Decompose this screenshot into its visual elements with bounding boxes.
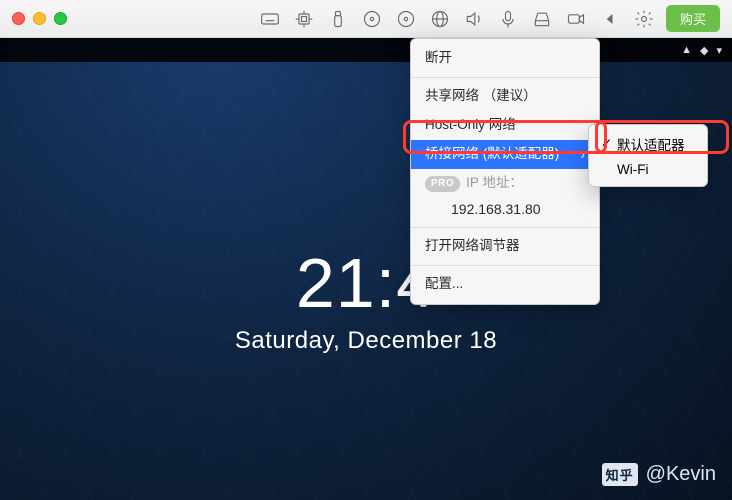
minimize-window-button[interactable] xyxy=(33,12,46,25)
buy-button[interactable]: 购买 xyxy=(666,5,720,32)
ip-address-value: 192.168.31.80 xyxy=(411,198,599,223)
vm-status-tray[interactable]: ▲ ◆ ▾ xyxy=(681,44,722,57)
vm-desktop: ▲ ◆ ▾ 21:4 Saturday, December 18 知乎 @Kev… xyxy=(0,38,732,500)
vm-topbar: ▲ ◆ ▾ xyxy=(0,38,732,62)
menu-separator xyxy=(411,227,599,228)
submenu-wifi[interactable]: Wi-Fi xyxy=(589,158,707,181)
menu-host-only[interactable]: Host-Only 网络 xyxy=(411,111,599,140)
checkmark-icon: ✓ xyxy=(601,136,617,152)
menu-bridged-network[interactable]: 桥接网络 (默认适配器) › xyxy=(411,140,599,170)
camera-icon[interactable] xyxy=(566,9,586,29)
network-menu: 断开 共享网络 （建议） Host-Only 网络 桥接网络 (默认适配器) ›… xyxy=(410,38,600,305)
clock-time: 21:4 xyxy=(0,243,732,323)
submenu-wifi-label: Wi-Fi xyxy=(617,162,648,177)
watermark: 知乎 @Kevin xyxy=(602,463,716,486)
disc-icon[interactable] xyxy=(362,9,382,29)
sound-icon[interactable] xyxy=(464,9,484,29)
ip-label: IP 地址： xyxy=(466,174,523,193)
keyboard-icon[interactable] xyxy=(260,9,280,29)
clock-date: Saturday, December 18 xyxy=(0,327,732,355)
harddrive-icon[interactable] xyxy=(532,9,552,29)
collapse-left-icon[interactable] xyxy=(600,9,620,29)
mac-titlebar: 购买 xyxy=(0,0,732,38)
menu-bridged-label: 桥接网络 (默认适配器) xyxy=(425,145,559,164)
microphone-icon[interactable] xyxy=(498,9,518,29)
menu-configure[interactable]: 配置... xyxy=(411,270,599,299)
power-status-icon: ▾ xyxy=(716,44,722,57)
fullscreen-window-button[interactable] xyxy=(54,12,67,25)
pro-badge: PRO xyxy=(425,176,460,192)
disc2-icon[interactable] xyxy=(396,9,416,29)
network-status-icon: ▲ xyxy=(681,44,692,57)
menu-open-tuner[interactable]: 打开网络调节器 xyxy=(411,232,599,261)
zhihu-logo: 知乎 xyxy=(602,463,638,486)
volume-status-icon: ◆ xyxy=(700,44,708,57)
menu-disconnect[interactable]: 断开 xyxy=(411,44,599,73)
watermark-author: @Kevin xyxy=(646,463,716,486)
network-globe-icon[interactable] xyxy=(430,9,450,29)
submenu-default-label: 默认适配器 xyxy=(617,134,685,154)
lock-screen-clock: 21:4 Saturday, December 18 xyxy=(0,243,732,355)
cpu-icon[interactable] xyxy=(294,9,314,29)
chevron-right-icon: › xyxy=(580,145,585,165)
usb-icon[interactable] xyxy=(328,9,348,29)
menu-separator xyxy=(411,265,599,266)
gear-icon[interactable] xyxy=(634,9,654,29)
window-controls xyxy=(12,12,67,25)
menu-shared-network[interactable]: 共享网络 （建议） xyxy=(411,82,599,111)
menu-ip-header: PRO IP 地址： xyxy=(411,169,599,198)
submenu-default-adapter[interactable]: ✓ 默认适配器 xyxy=(589,130,707,158)
bridged-submenu: ✓ 默认适配器 Wi-Fi xyxy=(588,124,708,187)
close-window-button[interactable] xyxy=(12,12,25,25)
titlebar-device-icons xyxy=(260,9,654,29)
menu-separator xyxy=(411,77,599,78)
